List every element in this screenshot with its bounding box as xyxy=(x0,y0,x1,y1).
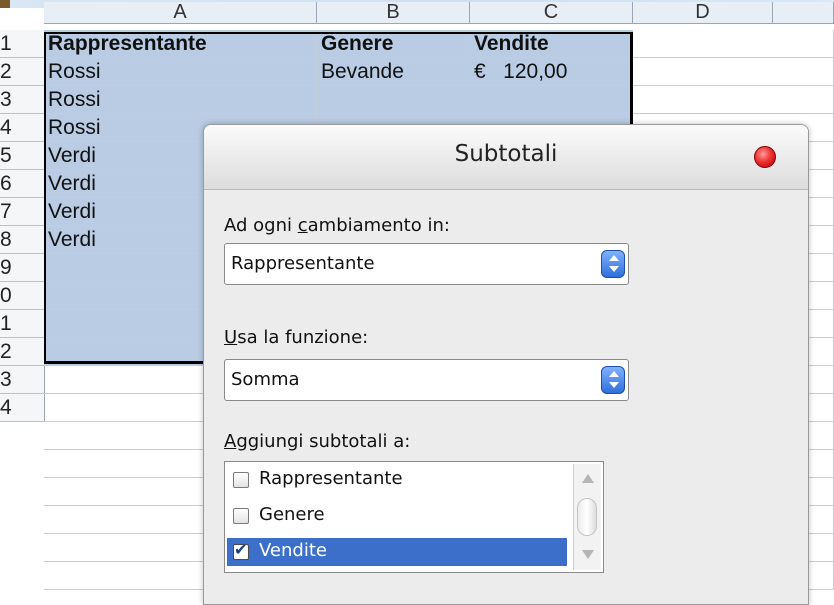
row-header[interactable]: 7 xyxy=(0,198,45,226)
row-header[interactable]: 2 xyxy=(0,338,45,366)
checkbox-icon[interactable] xyxy=(233,472,249,488)
group-by-select[interactable]: Rappresentante xyxy=(224,243,629,285)
function-label-accel: U xyxy=(224,327,238,348)
group-by-label-suffix: ambiamento in: xyxy=(307,215,450,236)
cell-b1[interactable]: Genere xyxy=(317,30,470,58)
cell-c2[interactable]: € 120,00 xyxy=(470,58,633,86)
scroll-up-icon[interactable] xyxy=(582,474,594,483)
row-header[interactable]: 2 xyxy=(0,58,45,86)
column-header-b[interactable]: B xyxy=(317,2,470,24)
list-item-label: Genere xyxy=(259,504,325,525)
cell-c1[interactable]: Vendite xyxy=(470,30,633,58)
subtotals-dialog: Subtotali Ad ogni cambiamento in: Rappre… xyxy=(203,124,809,605)
row-header[interactable]: 4 xyxy=(0,394,45,422)
add-subtotals-label-suffix: ggiungi subtotali a: xyxy=(236,431,411,452)
group-by-value: Rappresentante xyxy=(231,253,375,274)
scroll-down-icon[interactable] xyxy=(582,550,594,559)
cell-a3[interactable]: Rossi xyxy=(44,86,317,114)
list-item-rappresentante[interactable]: Rappresentante xyxy=(227,466,567,494)
column-header-c[interactable]: C xyxy=(470,2,633,24)
group-by-label-accel: c xyxy=(297,215,308,236)
function-value: Somma xyxy=(231,369,300,390)
row-header[interactable]: 6 xyxy=(0,170,45,198)
cell-a2[interactable]: Rossi xyxy=(44,58,317,86)
cell-d3[interactable] xyxy=(633,86,834,114)
group-by-label-prefix: Ad ogni xyxy=(224,215,298,236)
list-item-genere[interactable]: Genere xyxy=(227,502,567,530)
cell-bc3[interactable] xyxy=(317,86,633,114)
list-item-label: Vendite xyxy=(259,540,327,561)
list-item-label: Rappresentante xyxy=(259,468,403,489)
dialog-title: Subtotali xyxy=(454,141,558,167)
up-down-arrows-icon[interactable] xyxy=(601,250,625,278)
checkbox-checked-icon[interactable] xyxy=(233,540,249,560)
dialog-titlebar[interactable]: Subtotali xyxy=(204,125,808,190)
row-header[interactable]: 4 xyxy=(0,114,45,142)
list-item-vendite[interactable]: Vendite xyxy=(227,538,567,566)
row-header[interactable]: 5 xyxy=(0,142,45,170)
function-select[interactable]: Somma xyxy=(224,359,629,401)
row-header[interactable]: 3 xyxy=(0,86,45,114)
scroll-thumb[interactable] xyxy=(577,498,597,536)
column-header-d[interactable]: D xyxy=(633,2,773,24)
function-label-suffix: sa la funzione: xyxy=(237,327,369,348)
up-down-arrows-icon[interactable] xyxy=(601,366,625,394)
function-label: Usa la funzione: xyxy=(224,327,368,348)
row-header[interactable]: 1 xyxy=(0,310,45,338)
row-header[interactable]: 0 xyxy=(0,282,45,310)
cell-b2[interactable]: Bevande xyxy=(317,58,470,86)
list-scrollbar[interactable] xyxy=(573,464,601,570)
add-subtotals-label: Aggiungi subtotali a: xyxy=(224,431,410,452)
close-icon[interactable] xyxy=(754,146,776,168)
column-header-a[interactable]: A xyxy=(44,2,317,24)
cell-d2[interactable] xyxy=(633,58,834,86)
row-header[interactable]: 1 xyxy=(0,30,45,58)
group-by-label: Ad ogni cambiamento in: xyxy=(224,215,450,236)
column-header-e[interactable] xyxy=(773,2,834,24)
subtotal-columns-list[interactable]: Rappresentante Genere Vendite xyxy=(224,461,604,573)
checkbox-icon[interactable] xyxy=(233,508,249,524)
row-header[interactable]: 3 xyxy=(0,366,45,394)
row-header[interactable]: 9 xyxy=(0,254,45,282)
add-subtotals-label-accel: A xyxy=(224,431,237,452)
cell-a1[interactable]: Rappresentante xyxy=(44,30,317,58)
row-header[interactable]: 8 xyxy=(0,226,45,254)
cell-d1[interactable] xyxy=(633,30,834,58)
